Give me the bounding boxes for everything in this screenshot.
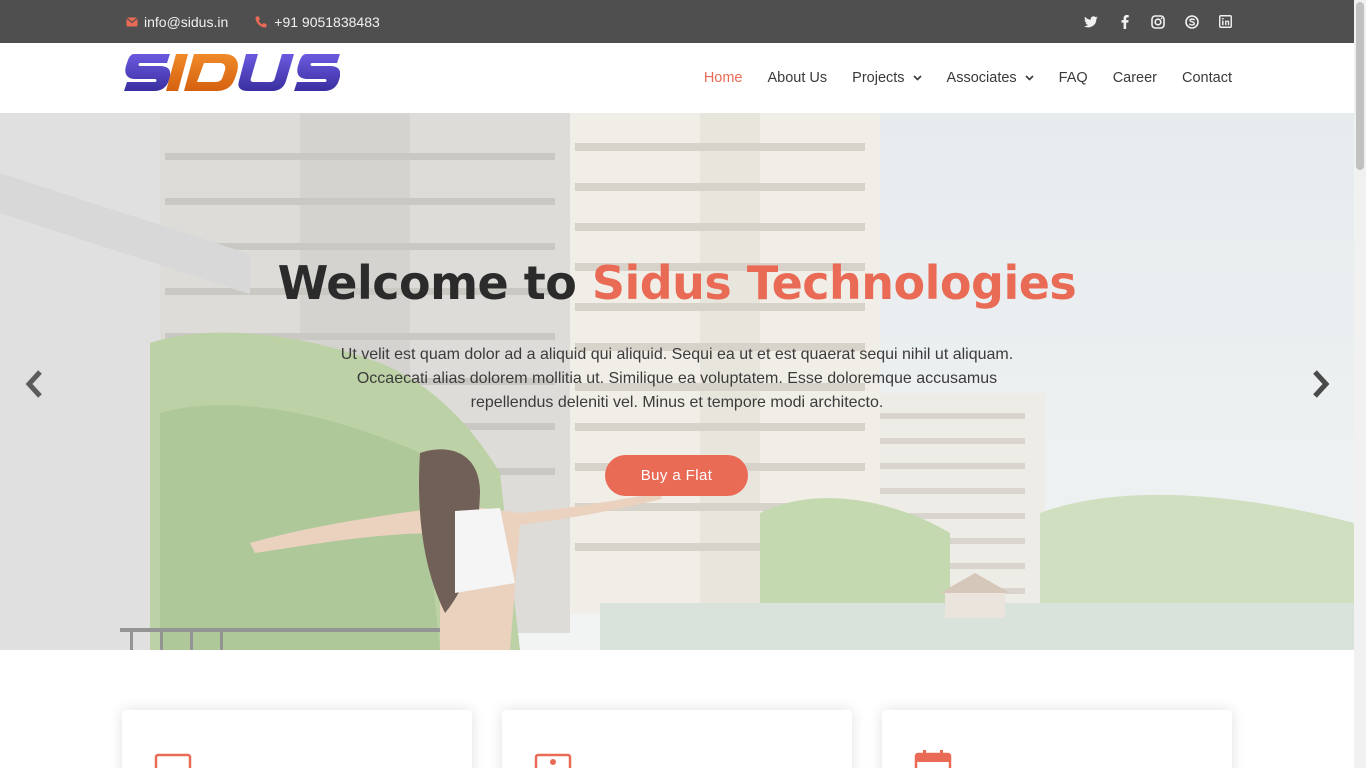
- slider-prev-arrow[interactable]: [20, 366, 50, 402]
- nav-home[interactable]: Home: [704, 70, 743, 86]
- nav-about-us[interactable]: About Us: [768, 70, 828, 86]
- monitor-icon: [154, 753, 192, 768]
- buy-a-flat-button[interactable]: Buy a Flat: [605, 455, 748, 496]
- phone-link[interactable]: +91 9051838483: [254, 14, 380, 30]
- nav-contact[interactable]: Contact: [1182, 70, 1232, 86]
- nav-career[interactable]: Career: [1113, 70, 1157, 86]
- hero-title-accent: Sidus Technologies: [591, 256, 1077, 310]
- contact-info: info@sidus.in +91 9051838483: [126, 0, 380, 43]
- chevron-right-icon: [1313, 370, 1330, 398]
- chevron-down-icon: [1025, 75, 1034, 81]
- feature-card: [882, 710, 1232, 768]
- scrollbar-thumb[interactable]: [1356, 2, 1364, 170]
- hero-description: Ut velit est quam dolor ad a aliquid qui…: [340, 346, 1014, 411]
- email-link[interactable]: info@sidus.in: [126, 14, 228, 30]
- sidus-logo[interactable]: [124, 54, 340, 91]
- email-text: info@sidus.in: [144, 13, 229, 30]
- chevron-left-icon: [25, 370, 42, 398]
- image-icon: [534, 753, 572, 768]
- hero-title-prefix: Welcome to: [277, 256, 592, 310]
- phone-icon: [255, 16, 267, 27]
- top-contact-bar: info@sidus.in +91 9051838483: [0, 0, 1354, 43]
- instagram-icon[interactable]: [1151, 14, 1165, 29]
- calendar-icon: [914, 750, 952, 768]
- hero-title: Welcome to Sidus Technologies: [0, 256, 1354, 310]
- slider-next-arrow[interactable]: [1305, 366, 1335, 402]
- social-links: [1065, 0, 1233, 43]
- chevron-down-icon: [912, 75, 922, 81]
- skype-icon[interactable]: [1184, 14, 1199, 29]
- nav-faq[interactable]: FAQ: [1059, 70, 1088, 86]
- linkedin-icon[interactable]: [1218, 15, 1232, 29]
- feature-card: [122, 710, 472, 768]
- features-section: [0, 650, 1354, 768]
- facebook-icon[interactable]: [1118, 14, 1132, 29]
- envelope-icon: [126, 17, 138, 26]
- page-scrollbar[interactable]: [1354, 0, 1366, 768]
- main-nav: Home About Us Projects Associates FAQ Ca…: [679, 43, 1232, 113]
- twitter-icon[interactable]: [1084, 15, 1098, 29]
- hero-slider: Welcome to Sidus Technologies Ut velit e…: [0, 113, 1354, 650]
- nav-associates[interactable]: Associates: [947, 70, 1034, 86]
- site-header: Home About Us Projects Associates FAQ Ca…: [0, 43, 1354, 113]
- feature-card: [502, 710, 852, 768]
- phone-text: +91 9051838483: [274, 13, 380, 30]
- nav-projects[interactable]: Projects: [852, 70, 922, 86]
